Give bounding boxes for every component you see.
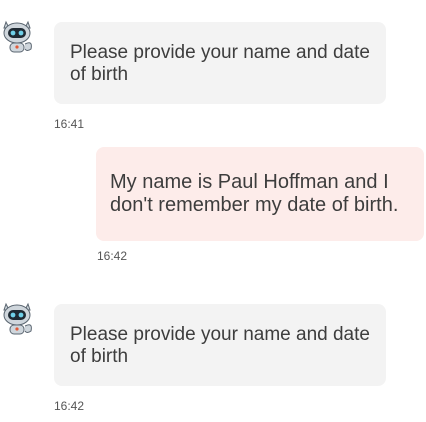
- bot-avatar-icon: [0, 300, 38, 338]
- bot-message-bubble: Please provide your name and date of bir…: [54, 304, 386, 386]
- message-timestamp: 16:42: [54, 399, 85, 413]
- bot-avatar-icon: [0, 18, 38, 56]
- message-text: My name is Paul Hoffman and I don't reme…: [110, 171, 399, 216]
- bot-message-bubble: Please provide your name and date of bir…: [54, 22, 386, 104]
- message-text: Please provide your name and date of bir…: [70, 42, 370, 85]
- message-timestamp: 16:41: [54, 117, 85, 131]
- message-timestamp: 16:42: [97, 249, 128, 263]
- user-message-bubble: My name is Paul Hoffman and I don't reme…: [96, 147, 424, 241]
- message-text: Please provide your name and date of bir…: [70, 324, 370, 367]
- chat-transcript: Please provide your name and date of bir…: [0, 0, 426, 422]
